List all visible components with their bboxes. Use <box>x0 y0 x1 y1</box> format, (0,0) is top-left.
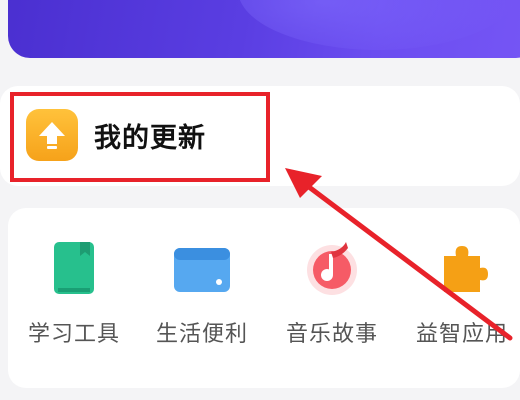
annotation-arrow <box>285 168 513 341</box>
